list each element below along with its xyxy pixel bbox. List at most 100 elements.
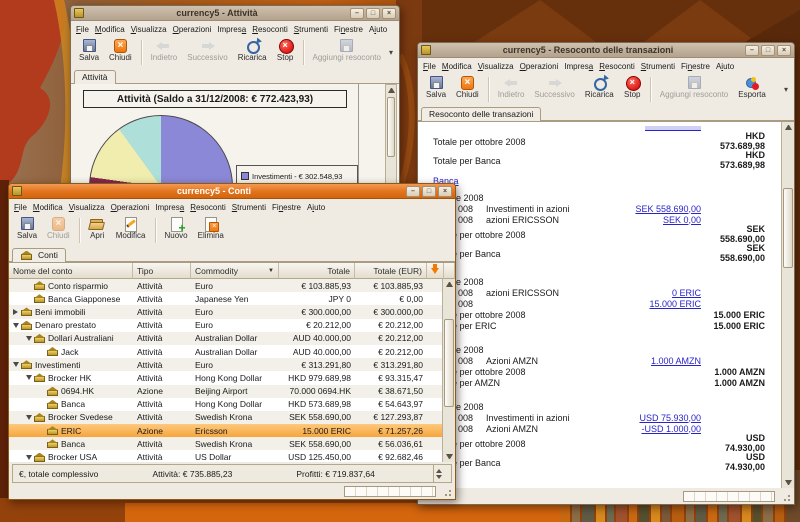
menu-item-aiuto[interactable]: Aiuto <box>304 202 328 213</box>
close-button[interactable]: × <box>777 45 791 56</box>
column-header-sort[interactable] <box>427 263 444 279</box>
expander-collapsed-icon[interactable] <box>11 309 20 315</box>
transaction-amount-link[interactable]: SEK 0,00 <box>663 215 701 225</box>
table-row[interactable]: Brocker USAAttivitàUS DollarUSD 125.450,… <box>9 450 455 462</box>
menu-item-finestre[interactable]: Finestre <box>678 61 713 72</box>
minimize-button[interactable]: – <box>745 45 759 56</box>
table-row[interactable]: JackAttivitàAustralian DollarAUD 40.000,… <box>9 345 455 358</box>
tab-conti[interactable]: Conti <box>12 248 66 262</box>
partial-link[interactable] <box>645 126 701 131</box>
table-row[interactable]: BancaAttivitàSwedish KronaSEK 558.690,00… <box>9 437 455 450</box>
table-vertical-scrollbar[interactable] <box>442 279 455 462</box>
toolbar-button-chiudi[interactable]: Chiudi <box>451 75 484 104</box>
transaction-amount-link[interactable]: -USD 1.000,00 <box>641 424 701 434</box>
minimize-button[interactable]: – <box>406 186 420 197</box>
report-vertical-scrollbar[interactable] <box>781 122 794 488</box>
menu-item-aiuto[interactable]: Aiuto <box>366 24 390 35</box>
scroll-up-icon[interactable] <box>446 282 453 287</box>
menu-item-visualizza[interactable]: Visualizza <box>475 61 517 72</box>
toolbar-button-ricarica[interactable]: Ricarica <box>233 38 272 67</box>
menu-item-strumenti[interactable]: Strumenti <box>638 61 678 72</box>
menu-item-impresa[interactable]: Impresa <box>561 61 596 72</box>
toolbar-button-apri[interactable]: Apri <box>84 216 111 245</box>
menu-item-visualizza[interactable]: Visualizza <box>128 24 170 35</box>
menu-item-operazioni[interactable]: Operazioni <box>108 202 153 213</box>
expander-expanded-icon[interactable] <box>24 415 33 420</box>
toolbar-button-esporta[interactable]: Esporta <box>733 75 771 104</box>
toolbar-overflow-icon[interactable]: ▾ <box>386 48 396 57</box>
menu-item-finestre[interactable]: Finestre <box>331 24 366 35</box>
toolbar-overflow-icon[interactable]: ▾ <box>781 85 791 94</box>
maximize-button[interactable]: □ <box>422 186 436 197</box>
tab-attivita[interactable]: Attività <box>74 70 116 84</box>
table-row[interactable]: Brocker HKAttivitàHong Kong DollarHKD 97… <box>9 371 455 384</box>
scrollbar-thumb[interactable] <box>444 319 454 407</box>
menu-item-modifica[interactable]: Modifica <box>30 202 66 213</box>
toolbar-button-stop[interactable]: Stop <box>619 75 646 104</box>
scrollbar-thumb[interactable] <box>387 97 395 157</box>
menu-item-modifica[interactable]: Modifica <box>92 24 128 35</box>
expander-expanded-icon[interactable] <box>11 323 20 328</box>
menu-item-operazioni[interactable]: Operazioni <box>170 24 215 35</box>
scroll-up-icon[interactable] <box>388 88 395 93</box>
transaction-amount-link[interactable]: 15.000 ERIC <box>649 299 701 309</box>
menu-item-strumenti[interactable]: Strumenti <box>229 202 269 213</box>
menu-item-strumenti[interactable]: Strumenti <box>291 24 331 35</box>
transaction-amount-link[interactable]: USD 75.930,00 <box>639 413 701 423</box>
scroll-down-icon[interactable] <box>446 454 453 459</box>
table-row[interactable]: InvestimentiAttivitàEuro€ 313.291,80€ 31… <box>9 358 455 371</box>
spin-down-icon[interactable] <box>436 475 442 479</box>
table-row[interactable]: Banca GiapponeseAttivitàJapanese YenJPY … <box>9 292 455 305</box>
transaction-amount-link[interactable]: 0 ERIC <box>672 288 701 298</box>
close-button[interactable]: × <box>438 186 452 197</box>
transaction-amount-link[interactable]: SEK 558.690,00 <box>635 204 701 214</box>
table-row[interactable]: Denaro prestatoAttivitàEuro€ 20.212,00€ … <box>9 319 455 332</box>
toolbar-button-modifica[interactable]: Modifica <box>111 216 151 245</box>
minimize-button[interactable]: – <box>350 8 364 19</box>
maximize-button[interactable]: □ <box>761 45 775 56</box>
column-header-tipo[interactable]: Tipo <box>133 263 191 279</box>
column-header-totale-eur-[interactable]: Totale (EUR) <box>355 263 427 279</box>
menu-item-impresa[interactable]: Impresa <box>214 24 249 35</box>
toolbar-button-elimina[interactable]: Elimina <box>193 216 229 245</box>
spin-up-icon[interactable] <box>436 469 442 473</box>
titlebar[interactable]: currency5 - Conti – □ × <box>9 184 455 199</box>
menu-item-resoconti[interactable]: Resoconti <box>249 24 291 35</box>
titlebar[interactable]: currency5 - Attività – □ × <box>71 6 399 21</box>
toolbar-button-stop[interactable]: Stop <box>272 38 299 67</box>
expander-expanded-icon[interactable] <box>24 455 33 460</box>
scroll-down-icon[interactable] <box>785 480 792 485</box>
table-row[interactable]: Conto risparmioAttivitàEuro€ 103.885,93€… <box>9 279 455 292</box>
menu-item-finestre[interactable]: Finestre <box>269 202 304 213</box>
menu-item-operazioni[interactable]: Operazioni <box>517 61 562 72</box>
menu-item-visualizza[interactable]: Visualizza <box>66 202 108 213</box>
table-row[interactable]: 0694.HKAzioneBeijing Airport70.000 0694.… <box>9 385 455 398</box>
table-row[interactable]: Beni immobiliAttivitàEuro€ 300.000,00€ 3… <box>9 305 455 318</box>
table-row[interactable]: ERICAzioneEricsson15.000 ERIC€ 71.257,26 <box>9 424 455 437</box>
toolbar-button-nuovo[interactable]: Nuovo <box>160 216 193 245</box>
menu-item-file[interactable]: File <box>73 24 92 35</box>
resize-grip[interactable] <box>441 486 451 496</box>
menu-item-modifica[interactable]: Modifica <box>439 61 475 72</box>
transaction-amount-link[interactable]: 1.000 AMZN <box>651 356 701 366</box>
expander-expanded-icon[interactable] <box>24 336 33 341</box>
tab-resoconto[interactable]: Resoconto delle transazioni <box>421 107 541 121</box>
expander-expanded-icon[interactable] <box>11 362 20 367</box>
toolbar-button-chiudi[interactable]: Chiudi <box>104 38 137 67</box>
table-row[interactable]: Dollari AustralianiAttivitàAustralian Do… <box>9 332 455 345</box>
status-spinner[interactable] <box>433 465 445 482</box>
close-button[interactable]: × <box>382 8 396 19</box>
resize-grip[interactable] <box>780 491 790 501</box>
titlebar[interactable]: currency5 - Resoconto delle transazioni … <box>418 43 794 58</box>
menu-item-file[interactable]: File <box>11 202 30 213</box>
scrollbar-thumb[interactable] <box>783 188 793 269</box>
toolbar-button-salva[interactable]: Salva <box>74 38 104 67</box>
column-header-commodity[interactable]: Commodity▼ <box>191 263 279 279</box>
column-header-nome-del-conto[interactable]: Nome del conto <box>9 263 133 279</box>
menu-item-resoconti[interactable]: Resoconti <box>596 61 638 72</box>
toolbar-button-salva[interactable]: Salva <box>421 75 451 104</box>
maximize-button[interactable]: □ <box>366 8 380 19</box>
toolbar-button-salva[interactable]: Salva <box>12 216 42 245</box>
table-row[interactable]: Brocker SvedeseAttivitàSwedish KronaSEK … <box>9 411 455 424</box>
column-header-totale[interactable]: Totale <box>279 263 355 279</box>
